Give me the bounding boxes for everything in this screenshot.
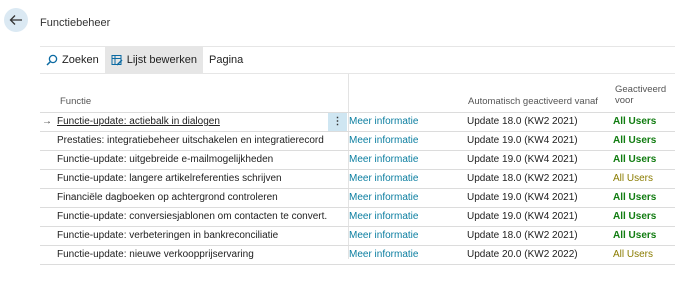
update-cell: Update 19.0 (KW4 2021) bbox=[467, 192, 578, 203]
table-header: Functie Automatisch geactiveerd vanaf Ge… bbox=[40, 74, 675, 113]
table-row[interactable]: Functie-update: langere artikelreferenti… bbox=[40, 170, 675, 189]
function-cell[interactable]: Functie-update: uitgebreide e-mailmogeli… bbox=[57, 151, 327, 169]
table-row[interactable]: Functie-update: verbeteringen in bankrec… bbox=[40, 227, 675, 246]
more-info-link[interactable]: Meer informatie bbox=[349, 170, 459, 188]
more-info-link[interactable]: Meer informatie bbox=[349, 132, 459, 150]
table-row[interactable]: Functie-update: conversiesjablonen om co… bbox=[40, 208, 675, 227]
update-cell: Update 19.0 (KW4 2021) bbox=[467, 135, 578, 146]
column-header-auto-enabled[interactable]: Automatisch geactiveerd vanaf bbox=[468, 96, 598, 107]
feature-table: Functie Automatisch geactiveerd vanaf Ge… bbox=[40, 74, 675, 265]
update-cell: Update 19.0 (KW4 2021) bbox=[467, 211, 578, 222]
back-button[interactable] bbox=[4, 8, 28, 32]
update-cell: Update 20.0 (KW2 2022) bbox=[467, 249, 578, 260]
more-info-link[interactable]: Meer informatie bbox=[349, 151, 459, 169]
row-arrow-icon: → bbox=[42, 116, 52, 127]
function-cell[interactable]: Functie-update: langere artikelreferenti… bbox=[57, 170, 327, 188]
page-button[interactable]: Pagina bbox=[203, 47, 249, 73]
search-label: Zoeken bbox=[62, 54, 99, 66]
table-row[interactable]: → Functie-update: actiebalk in dialogen … bbox=[40, 113, 675, 132]
function-cell[interactable]: Functie-update: verbeteringen in bankrec… bbox=[57, 227, 327, 245]
enabled-for-cell[interactable]: All Users bbox=[613, 189, 673, 207]
update-cell: Update 19.0 (KW4 2021) bbox=[467, 154, 578, 165]
enabled-for-cell[interactable]: All Users bbox=[613, 227, 673, 245]
update-cell: Update 18.0 (KW2 2021) bbox=[467, 173, 578, 184]
table-row[interactable]: Functie-update: uitgebreide e-mailmogeli… bbox=[40, 151, 675, 170]
more-info-link[interactable]: Meer informatie bbox=[349, 208, 459, 226]
column-header-enabled-for[interactable]: Geactiveerd voor bbox=[615, 84, 666, 106]
edit-list-label: Lijst bewerken bbox=[126, 54, 198, 66]
enabled-for-cell[interactable]: All Users bbox=[613, 113, 673, 131]
enabled-for-cell[interactable]: All Users bbox=[613, 132, 673, 150]
page-title: Functiebeheer bbox=[40, 17, 111, 29]
search-icon bbox=[46, 54, 58, 66]
function-cell[interactable]: Prestaties: integratiebeheer uitschakele… bbox=[57, 132, 327, 150]
function-cell[interactable]: Functie-update: conversiesjablonen om co… bbox=[57, 208, 327, 226]
enabled-for-cell[interactable]: All Users bbox=[613, 246, 673, 264]
search-button[interactable]: Zoeken bbox=[40, 47, 105, 73]
function-cell[interactable]: Functie-update: actiebalk in dialogen bbox=[57, 113, 327, 131]
update-cell: Update 18.0 (KW2 2021) bbox=[467, 230, 578, 241]
function-cell[interactable]: Financiële dagboeken op achtergrond cont… bbox=[57, 189, 327, 207]
update-cell: Update 18.0 (KW2 2021) bbox=[467, 116, 578, 127]
table-row[interactable]: Financiële dagboeken op achtergrond cont… bbox=[40, 189, 675, 208]
column-header-enabled-for-line2: voor bbox=[615, 95, 634, 106]
table-row[interactable]: Functie-update: nieuwe verkoopprijservar… bbox=[40, 246, 675, 265]
enabled-for-cell[interactable]: All Users bbox=[613, 170, 673, 188]
edit-list-button[interactable]: Lijst bewerken bbox=[104, 47, 204, 73]
edit-list-icon bbox=[111, 55, 123, 66]
back-arrow-icon bbox=[9, 15, 22, 25]
more-info-link[interactable]: Meer informatie bbox=[349, 113, 459, 131]
enabled-for-cell[interactable]: All Users bbox=[613, 208, 673, 226]
function-cell[interactable]: Functie-update: nieuwe verkoopprijservar… bbox=[57, 246, 327, 264]
page-label: Pagina bbox=[209, 54, 244, 66]
enabled-for-cell[interactable]: All Users bbox=[613, 151, 673, 169]
more-info-link[interactable]: Meer informatie bbox=[349, 189, 459, 207]
toolbar: Zoeken Lijst bewerken Pagina bbox=[40, 47, 249, 73]
column-header-function[interactable]: Functie bbox=[60, 96, 91, 107]
more-info-link[interactable]: Meer informatie bbox=[349, 246, 459, 264]
table-row[interactable]: Prestaties: integratiebeheer uitschakele… bbox=[40, 132, 675, 151]
column-header-enabled-for-line1: Geactiveerd bbox=[615, 84, 667, 95]
more-info-link[interactable]: Meer informatie bbox=[349, 227, 459, 245]
row-actions-icon[interactable]: ⋮ bbox=[328, 113, 347, 131]
